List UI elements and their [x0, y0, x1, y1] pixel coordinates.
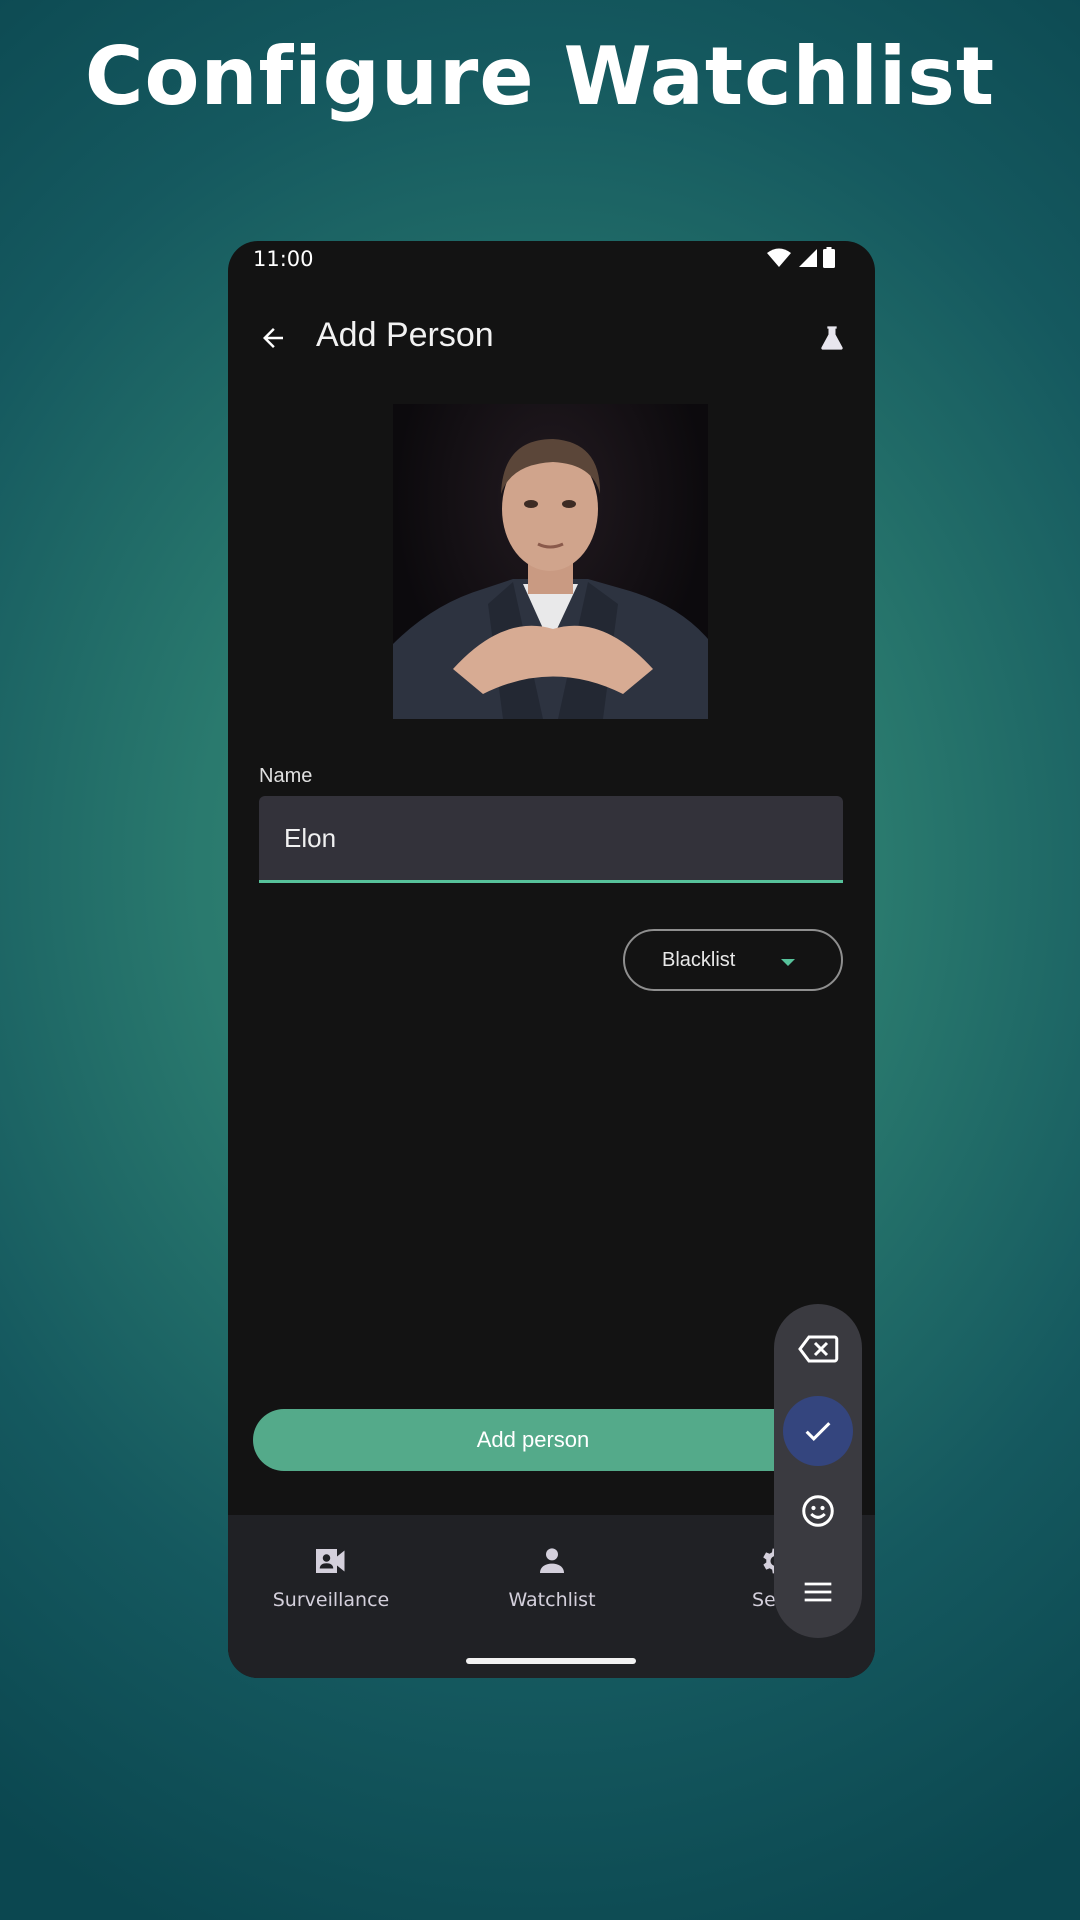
- confirm-button[interactable]: [783, 1396, 853, 1466]
- dropdown-arrow-icon: [781, 959, 795, 966]
- page-headline: Configure Watchlist: [84, 30, 996, 123]
- status-time: 11:00: [253, 247, 314, 271]
- signal-icon: [799, 248, 817, 267]
- home-indicator[interactable]: [466, 1658, 636, 1664]
- name-field[interactable]: [259, 796, 843, 883]
- add-person-button[interactable]: Add person: [253, 1409, 813, 1471]
- back-button[interactable]: [248, 313, 298, 363]
- emoji-icon: [802, 1495, 834, 1527]
- list-type-value: Blacklist: [662, 948, 736, 971]
- wifi-icon: [767, 248, 791, 267]
- page-title: Add Person: [316, 316, 494, 354]
- arrow-back-icon: [263, 328, 283, 348]
- name-input[interactable]: [259, 796, 843, 880]
- person-icon: [540, 1548, 564, 1573]
- person-portrait-image: [393, 439, 708, 719]
- nav-label: Surveillance: [272, 1589, 390, 1611]
- status-bar: 11:00: [228, 241, 875, 283]
- nav-item-surveillance[interactable]: Surveillance: [231, 1541, 431, 1611]
- status-icons: [767, 247, 835, 268]
- keyboard-floating-toolbar: [774, 1304, 862, 1638]
- list-type-dropdown[interactable]: Blacklist: [623, 929, 843, 991]
- battery-icon: [823, 247, 835, 268]
- nav-item-watchlist[interactable]: Watchlist: [452, 1541, 652, 1611]
- lab-flask-button[interactable]: [807, 313, 857, 363]
- backspace-button[interactable]: [783, 1314, 853, 1384]
- nav-label: Watchlist: [508, 1589, 596, 1611]
- check-icon: [805, 1422, 831, 1441]
- app-bar: Add Person: [228, 301, 875, 377]
- name-label: Name: [259, 765, 313, 787]
- backspace-icon: [798, 1335, 839, 1363]
- menu-icon: [804, 1582, 832, 1602]
- menu-button[interactable]: [783, 1557, 853, 1627]
- emoji-button[interactable]: [783, 1476, 853, 1546]
- video-account-icon: [316, 1549, 345, 1573]
- person-photo[interactable]: [393, 404, 708, 719]
- flask-icon: [821, 326, 843, 350]
